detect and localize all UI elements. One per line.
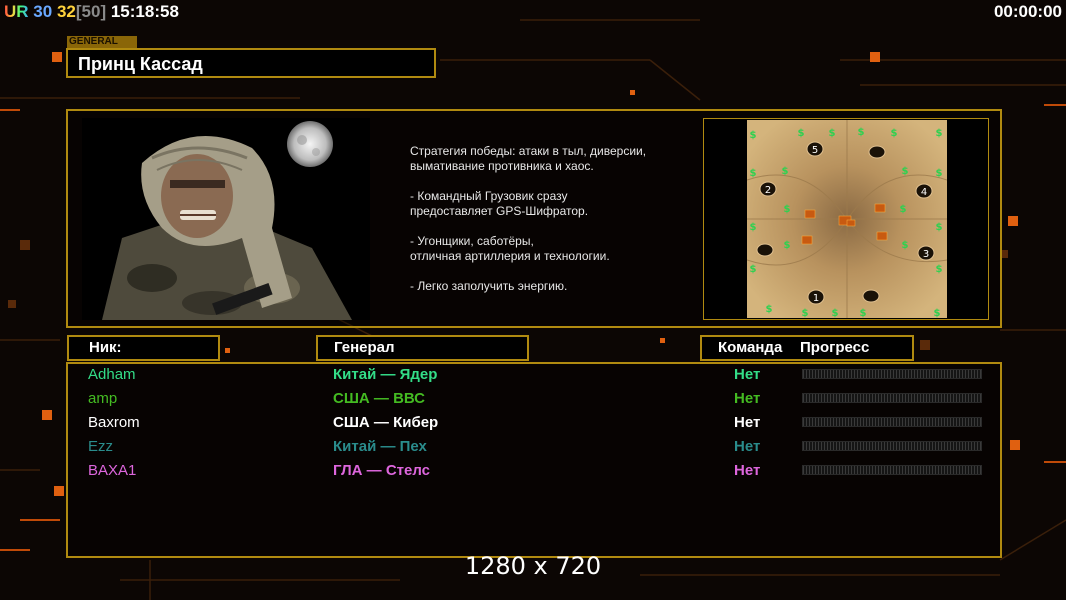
player-row[interactable]: Baxrom США — Кибер Нет <box>0 412 1066 436</box>
column-header-team-label: Команда <box>718 339 783 356</box>
svg-text:$: $ <box>934 308 941 318</box>
column-header-general-label: Генерал <box>334 339 395 356</box>
column-header-progress-label: Прогресс <box>800 339 870 356</box>
column-header-general[interactable]: Генерал <box>316 335 529 361</box>
svg-text:$: $ <box>936 264 943 275</box>
player-general[interactable]: Китай — Пех <box>333 438 427 455</box>
svg-text:$: $ <box>936 168 943 179</box>
start-position-marker[interactable]: 3 <box>917 245 935 261</box>
player-nick: Adham <box>88 366 136 383</box>
svg-text:$: $ <box>750 130 757 141</box>
hud-stats: UR 30 32[50] 15:18:58 <box>4 2 179 22</box>
svg-text:$: $ <box>750 264 757 275</box>
general-portrait <box>82 118 370 320</box>
svg-text:$: $ <box>832 308 839 318</box>
column-header-nick-label: Ник: <box>89 339 122 356</box>
svg-text:$: $ <box>829 128 836 139</box>
svg-text:$: $ <box>802 308 809 318</box>
hud-value-2: 32 <box>56 2 76 21</box>
start-position-label: 1 <box>813 293 819 304</box>
player-progress-bar <box>802 417 982 427</box>
map-preview[interactable]: 1 2 3 4 5 $ $ $ $ $ $ $ $ $ $ $ $ $ $ $ … <box>747 120 947 318</box>
column-header-nick[interactable]: Ник: <box>67 335 220 361</box>
svg-text:$: $ <box>782 166 789 177</box>
player-row[interactable]: Adham Китай — Ядер Нет <box>0 364 1066 388</box>
player-row[interactable]: BAXA1 ГЛА — Стелс Нет <box>0 460 1066 484</box>
player-team[interactable]: Нет <box>734 438 760 455</box>
hud-tag: UR <box>4 2 29 21</box>
svg-text:$: $ <box>750 168 757 179</box>
player-progress-bar <box>802 393 982 403</box>
description-line: Стратегия победы: атаки в тыл, диверсии,… <box>410 144 647 173</box>
svg-text:$: $ <box>784 240 791 251</box>
player-general[interactable]: ГЛА — Стелс <box>333 462 430 479</box>
start-position-label: 4 <box>921 187 927 198</box>
player-nick: Ezz <box>88 438 114 455</box>
start-position-marker[interactable]: 5 <box>806 141 824 157</box>
start-position-label: 2 <box>765 185 771 196</box>
svg-text:$: $ <box>860 308 867 318</box>
player-progress-bar <box>802 465 982 475</box>
player-general[interactable]: США — Кибер <box>333 414 438 431</box>
svg-text:$: $ <box>766 304 773 315</box>
player-team[interactable]: Нет <box>734 414 760 431</box>
resolution-label: 1280 x 720 <box>464 552 602 580</box>
hud-value-3: [50] <box>75 2 107 21</box>
description-line: - Угонщики, саботёры, отличная артиллери… <box>410 234 610 263</box>
svg-text:$: $ <box>858 127 865 138</box>
svg-text:$: $ <box>902 240 909 251</box>
player-row[interactable]: amp США — ВВС Нет <box>0 388 1066 412</box>
start-position-marker[interactable]: 2 <box>759 181 777 197</box>
general-description: Стратегия победы: атаки в тыл, диверсии,… <box>410 144 690 309</box>
general-tag: GENERAL <box>67 36 137 48</box>
hud-value-1: 30 <box>33 2 53 21</box>
svg-text:$: $ <box>891 128 898 139</box>
svg-text:$: $ <box>750 222 757 233</box>
match-timer: 00:00:00 <box>993 2 1062 21</box>
svg-text:$: $ <box>936 222 943 233</box>
player-nick: amp <box>88 390 118 407</box>
player-general[interactable]: США — ВВС <box>333 390 425 407</box>
column-header-team-progress[interactable]: Команда Прогресс <box>700 335 914 361</box>
svg-text:$: $ <box>900 204 907 215</box>
svg-text:$: $ <box>902 166 909 177</box>
start-position-marker[interactable]: 4 <box>915 183 933 199</box>
player-progress-bar <box>802 369 982 379</box>
svg-text:$: $ <box>784 204 791 215</box>
player-row[interactable]: Ezz Китай — Пех Нет <box>0 436 1066 460</box>
player-team[interactable]: Нет <box>734 462 760 479</box>
svg-text:$: $ <box>936 128 943 139</box>
player-general[interactable]: Китай — Ядер <box>333 366 437 383</box>
general-name-box: Принц Кассад <box>66 48 436 78</box>
hud-clock: 15:18:58 <box>110 2 179 21</box>
start-position-label: 3 <box>923 249 929 260</box>
player-nick: Baxrom <box>88 414 140 431</box>
player-progress-bar <box>802 441 982 451</box>
player-team[interactable]: Нет <box>734 390 760 407</box>
general-name: Принц Кассад <box>78 54 203 74</box>
player-team[interactable]: Нет <box>734 366 760 383</box>
description-line: - Командный Грузовик сразу предоставляет… <box>410 189 589 218</box>
start-position-marker[interactable]: 1 <box>807 289 825 305</box>
svg-text:$: $ <box>798 128 805 139</box>
start-position-label: 5 <box>812 145 818 156</box>
player-nick: BAXA1 <box>88 462 137 479</box>
description-line: - Легко заполучить энергию. <box>410 279 568 293</box>
